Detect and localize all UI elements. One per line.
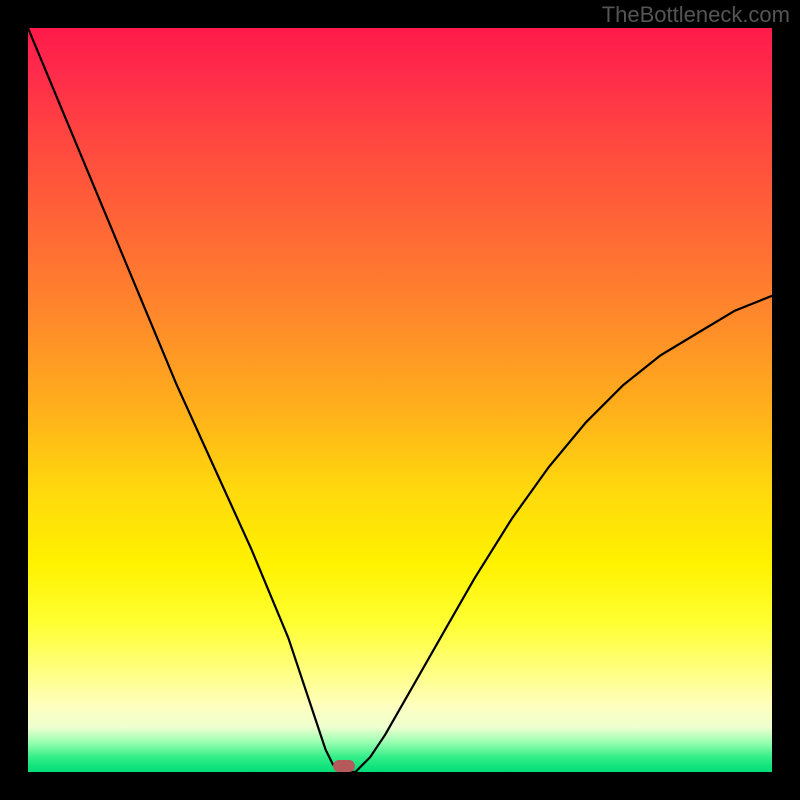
optimal-point-marker bbox=[333, 760, 355, 772]
watermark-text: TheBottleneck.com bbox=[602, 2, 790, 28]
chart-curve-svg bbox=[28, 28, 772, 772]
chart-plot-area bbox=[28, 28, 772, 772]
bottleneck-curve-path bbox=[28, 28, 772, 772]
